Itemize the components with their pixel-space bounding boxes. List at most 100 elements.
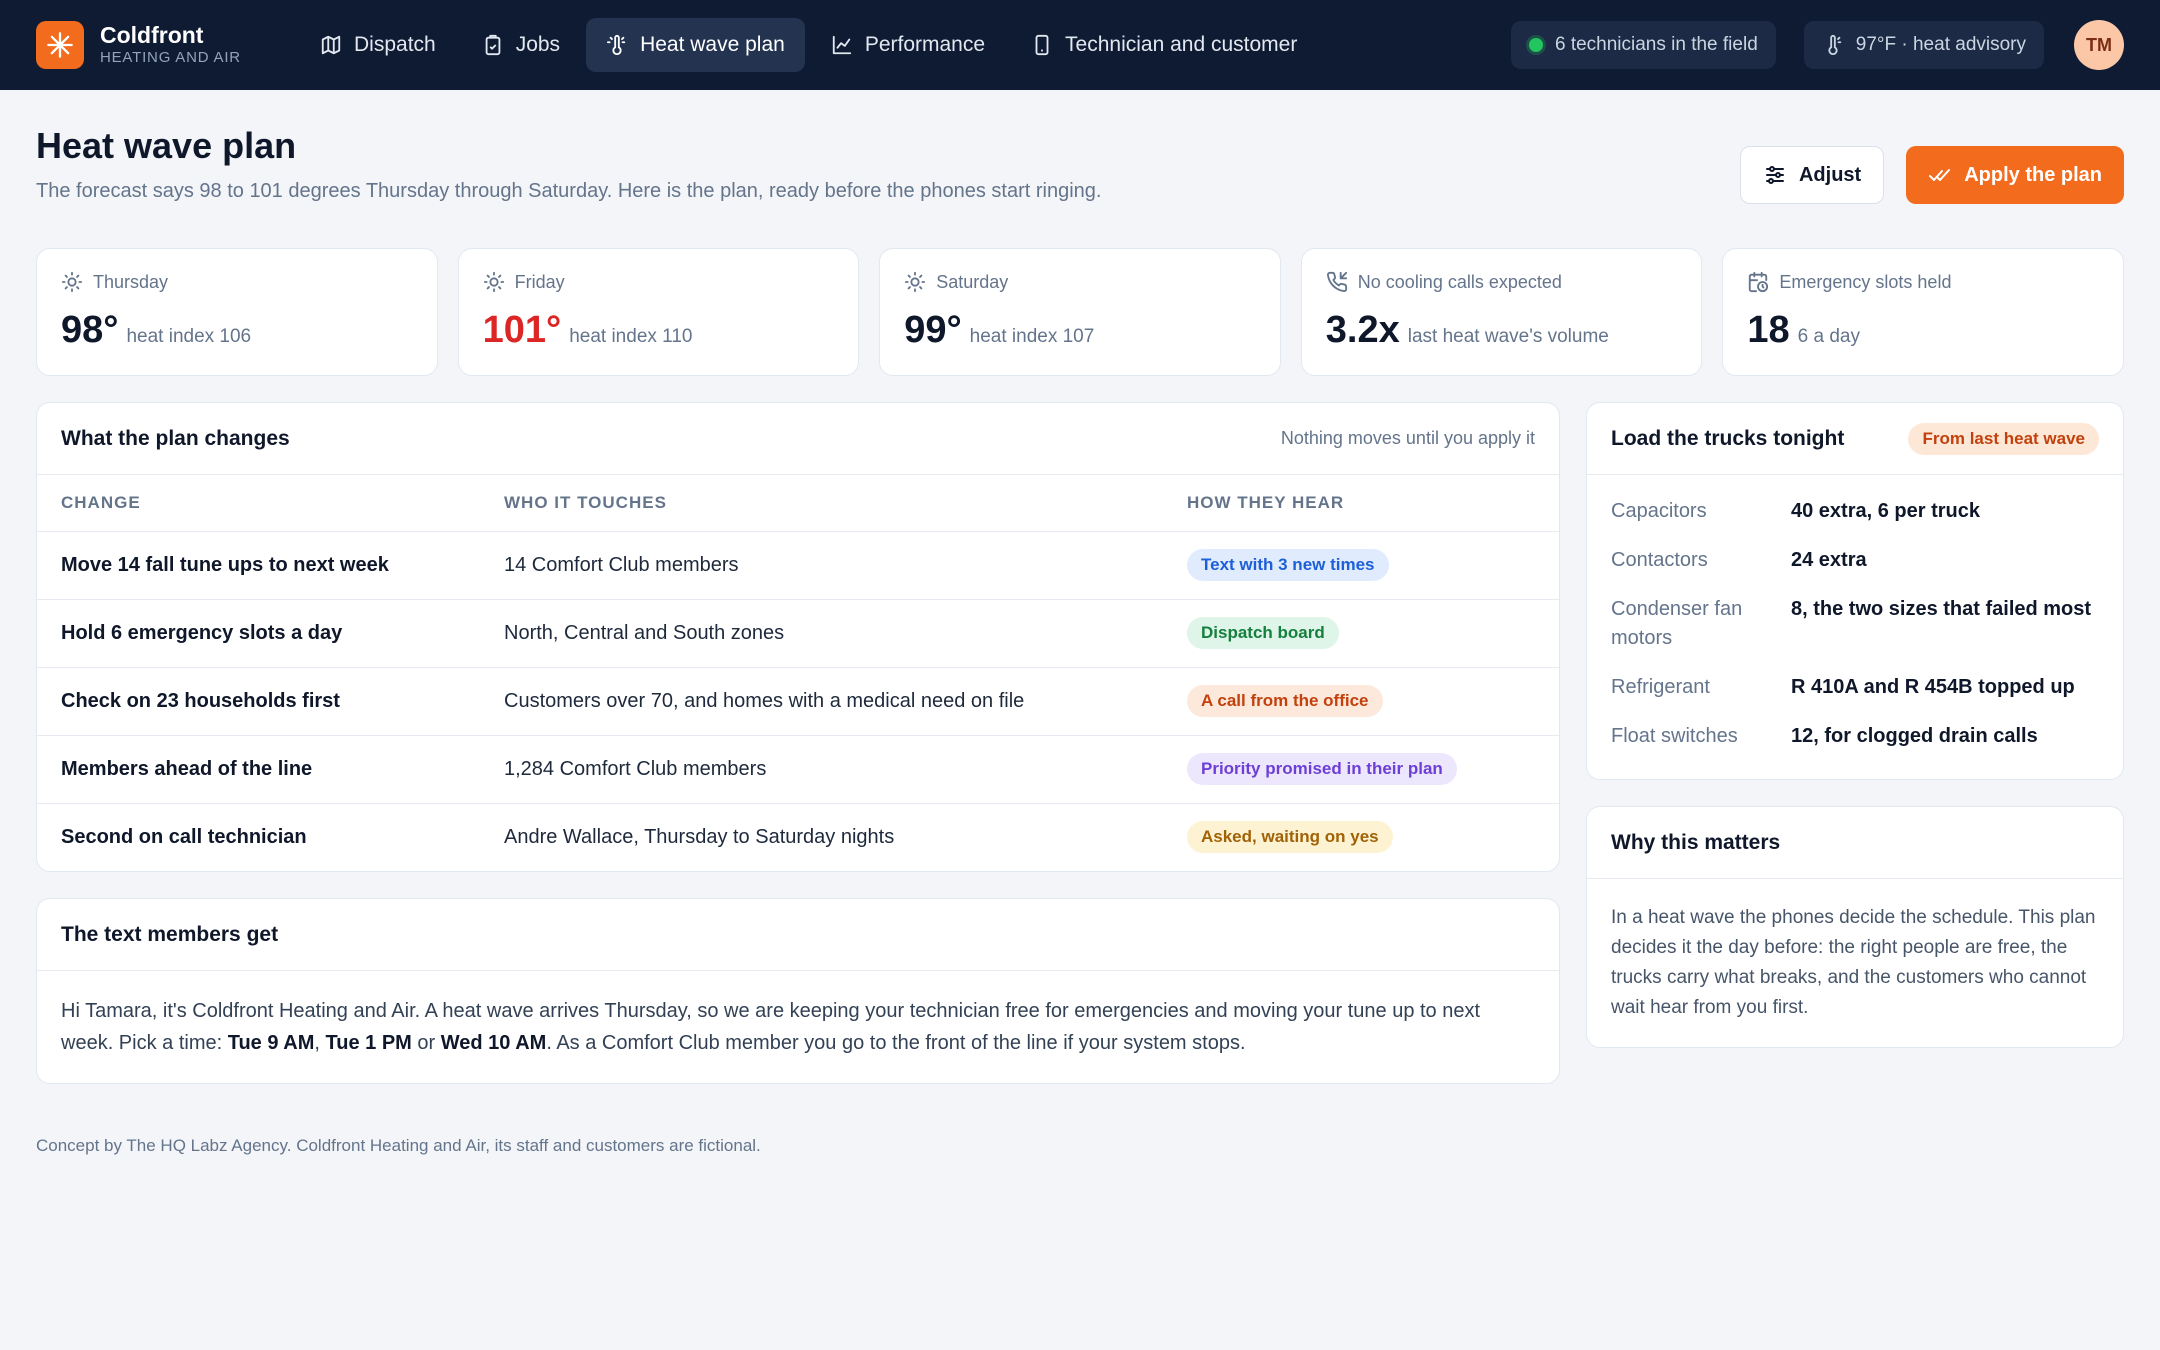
apply-plan-button[interactable]: Apply the plan (1906, 146, 2124, 204)
page-title: Heat wave plan (36, 125, 297, 166)
nav-technician-customer[interactable]: Technician and customer (1011, 18, 1317, 72)
item-name: Refrigerant (1611, 676, 1710, 698)
channel-badge: Asked, waiting on yes (1187, 821, 1393, 854)
brand[interactable]: Coldfront HEATING AND AIR (36, 21, 300, 69)
card-title: Load the trucks tonight (1611, 426, 1845, 450)
change-cell: Second on call technician (61, 825, 307, 848)
brand-subtitle: HEATING AND AIR (100, 49, 241, 66)
nav-jobs[interactable]: Jobs (462, 18, 580, 72)
channel-badge: Priority promised in their plan (1187, 753, 1457, 785)
field-status: 6 technicians in the field (1554, 34, 1758, 55)
sliders-icon (1765, 166, 1784, 184)
stat-value: 101° (482, 309, 562, 351)
sun-icon (61, 271, 83, 293)
item-name: Capacitors (1611, 500, 1707, 522)
chart-line-icon (832, 35, 851, 55)
who-cell: Customers over 70, and homes with a medi… (480, 667, 1163, 736)
page-subtitle: The forecast says 98 to 101 degrees Thur… (36, 180, 1102, 202)
table-row[interactable]: Hold 6 emergency slots a day North, Cent… (37, 599, 1559, 668)
stat-label: No cooling calls expected (1357, 271, 1562, 292)
card-title: What the plan changes (61, 426, 290, 450)
stat-friday: Friday 101° heat index 110 (457, 248, 860, 376)
plan-changes-card: What the plan changes Nothing moves unti… (36, 402, 1560, 872)
channel-badge: Text with 3 new times (1187, 549, 1389, 581)
adjust-label: Adjust (1798, 163, 1862, 186)
time-option: Tue 9 AM (227, 1032, 315, 1054)
time-option: Tue 1 PM (325, 1032, 412, 1054)
channel-badge: Dispatch board (1187, 617, 1339, 649)
item-amount: 12, for clogged drain calls (1791, 725, 2038, 747)
truck-item: Float switches 12, for clogged drain cal… (1611, 712, 2099, 761)
phone-icon (1035, 34, 1049, 56)
table-row[interactable]: Second on call technician Andre Wallace,… (37, 803, 1559, 871)
why-text: In a heat wave the phones decide the sch… (1611, 907, 2096, 1018)
status-dot (1528, 38, 1543, 52)
table-row[interactable]: Check on 23 households first Customers o… (37, 667, 1559, 736)
nav-label: Technician and customer (1065, 33, 1298, 56)
message-text: , (314, 1032, 326, 1054)
truck-item: Contactors 24 extra (1611, 536, 2099, 585)
sun-icon (483, 271, 504, 293)
stat-cooling-calls: No cooling calls expected 3.2x last heat… (1300, 248, 1703, 376)
item-name: Float switches (1611, 725, 1738, 747)
stat-sub: heat index 106 (126, 326, 252, 347)
column-header: CHANGE (37, 475, 480, 532)
nav-dispatch[interactable]: Dispatch (300, 18, 456, 72)
snowflake-icon (36, 21, 84, 69)
calendar-clock-icon (1749, 271, 1769, 293)
stat-cards: Thursday 98° heat index 106 Friday 101° … (36, 248, 2124, 376)
stat-value: 3.2x (1325, 309, 1400, 351)
avatar[interactable]: TM (2074, 20, 2124, 70)
stat-label: Thursday (93, 271, 169, 292)
nav-label: Dispatch (354, 33, 436, 56)
card-title: Why this matters (1611, 830, 1781, 854)
phone-incoming-icon (1326, 271, 1347, 292)
clipboard-icon (485, 34, 501, 56)
apply-label: Apply the plan (1964, 163, 2102, 186)
stat-thursday: Thursday 98° heat index 106 (36, 248, 438, 376)
member-text-card: The text members get Hi Tamara, it's Col… (36, 898, 1560, 1084)
channel-badge: A call from the office (1187, 685, 1383, 717)
item-name: Contactors (1611, 549, 1708, 571)
card-note: Nothing moves until you apply it (1280, 428, 1535, 448)
table-row[interactable]: Move 14 fall tune ups to next week 14 Co… (37, 531, 1559, 600)
change-cell: Members ahead of the line (37, 735, 480, 804)
footer-note: Concept by The HQ Labz Agency. Coldfront… (36, 1136, 761, 1155)
change-cell: Check on 23 households first (37, 667, 480, 736)
stat-label: Friday (514, 271, 565, 292)
change-cell: Hold 6 emergency slots a day (37, 599, 480, 668)
time-option: Wed 10 AM (440, 1032, 547, 1054)
item-amount: 40 extra, 6 per truck (1791, 500, 1980, 522)
truck-item: Capacitors 40 extra, 6 per truck (1611, 487, 2099, 536)
who-cell: North, Central and South zones (480, 599, 1163, 668)
item-amount: 24 extra (1791, 549, 1867, 571)
why-card: Why this matters In a heat wave the phon… (1586, 806, 2124, 1048)
check-double-icon (1929, 169, 1951, 181)
who-cell: Andre Wallace, Thursday to Saturday nigh… (504, 825, 895, 848)
stat-label: Emergency slots held (1779, 271, 1952, 292)
truck-item: Condenser fan motors 8, the two sizes th… (1611, 585, 2099, 663)
weather-pill[interactable]: 97°F · heat advisory (1803, 21, 2044, 69)
stat-saturday: Saturday 99° heat index 107 (879, 248, 1281, 376)
message-text: or (411, 1032, 441, 1054)
truck-load-card: Load the trucks tonight From last heat w… (1586, 402, 2124, 780)
brand-name: Coldfront (100, 22, 204, 48)
column-header: WHO IT TOUCHES (480, 475, 1163, 532)
field-status-pill[interactable]: 6 technicians in the field (1510, 21, 1776, 69)
nav-label: Performance (864, 33, 986, 56)
item-amount: 8, the two sizes that failed most (1791, 598, 2092, 620)
map-icon (321, 35, 341, 55)
nav-performance[interactable]: Performance (811, 18, 1005, 72)
nav-heat-wave-plan[interactable]: Heat wave plan (586, 18, 805, 72)
nav-label: Heat wave plan (640, 33, 785, 56)
stat-value: 18 (1747, 309, 1790, 351)
table-row[interactable]: Members ahead of the line 1,284 Comfort … (37, 735, 1559, 804)
stat-emergency-slots: Emergency slots held 18 6 a day (1722, 248, 2124, 376)
stat-sub: last heat wave's volume (1407, 326, 1609, 347)
item-amount: R 410A and R 454B topped up (1791, 676, 2075, 698)
stat-value: 98° (61, 309, 119, 351)
adjust-button[interactable]: Adjust (1739, 146, 1885, 204)
source-tag: From last heat wave (1908, 422, 2099, 455)
change-cell: Move 14 fall tune ups to next week (37, 531, 480, 600)
sun-icon (905, 271, 926, 293)
